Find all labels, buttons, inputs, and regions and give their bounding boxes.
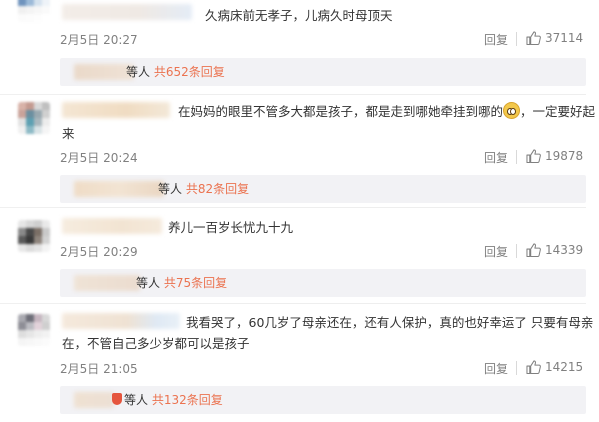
reply-users-blurred [74,392,114,408]
reply-users-blurred [74,181,164,197]
worried-face-emoji [503,102,521,119]
reply-button[interactable]: 回复 [484,360,508,377]
divider [0,94,60,95]
like-count: 19878 [545,149,584,163]
sub-replies-summary: 等人 共82条回复 [158,180,249,197]
like-count: 14215 [545,360,584,374]
reply-users-blurred [74,64,134,80]
separator [516,361,517,375]
sub-replies-prefix: 等人 [158,182,186,196]
comment-text: 在妈妈的眼里不管多大都是孩子，都是走到哪她牵挂到哪的 [178,104,504,119]
sub-replies-summary: 等人 共132条回复 [112,391,223,408]
divider [0,207,60,208]
comment-text: 养儿一百岁长忧九十九 [168,220,294,235]
reply-button[interactable]: 回复 [484,31,508,48]
username-blurred[interactable] [62,102,170,118]
like-button[interactable]: 14339 [526,243,583,257]
reply-button[interactable]: 回复 [484,149,508,166]
comment-time: 2月5日 20:24 [60,151,138,165]
sub-replies-summary: 等人 共75条回复 [136,274,227,291]
avatar[interactable] [18,220,50,252]
view-replies-link[interactable]: 共75条回复 [164,276,227,290]
username-blurred[interactable] [62,313,180,329]
divider [0,303,60,304]
divider [60,303,586,304]
sub-replies-prefix: 等人 [136,276,164,290]
separator [516,150,517,164]
view-replies-link[interactable]: 共82条回复 [186,182,249,196]
comment-text: 久病床前无孝子，儿病久时母顶天 [205,8,393,23]
separator [516,32,517,46]
comment-text-line2: 来 [62,126,75,141]
comment-time: 2月5日 20:29 [60,245,138,259]
reply-button[interactable]: 回复 [484,243,508,260]
comment-time: 2月5日 21:05 [60,362,138,376]
sub-replies-summary: 等人 共652条回复 [126,63,225,80]
separator [516,244,517,258]
comment-time: 2月5日 20:27 [60,33,138,47]
like-button[interactable]: 14215 [526,360,583,374]
vip-badge-icon [112,393,122,405]
comment-text-line1: 我看哭了，60几岁了母亲还在，还有人保护，真的也好幸运了 只要有母亲 [186,315,594,330]
divider [60,94,586,95]
comment-text-line1: 在妈妈的眼里不管多大都是孩子，都是走到哪她牵挂到哪的 ，一定要好起 [178,101,595,122]
avatar[interactable] [18,314,50,346]
avatar[interactable] [18,102,50,134]
avatar[interactable] [18,0,50,22]
comment-text-suffix: ，一定要好起 [520,104,596,119]
like-button[interactable]: 19878 [526,149,583,163]
thumbs-up-icon [526,149,541,163]
sub-replies-box[interactable]: 等人 共132条回复 [60,386,586,414]
divider [60,207,586,208]
like-count: 37114 [545,31,584,45]
like-button[interactable]: 37114 [526,31,583,45]
sub-replies-box[interactable]: 等人 共82条回复 [60,175,586,203]
sub-replies-box[interactable]: 等人 共75条回复 [60,269,586,297]
view-replies-link[interactable]: 共132条回复 [152,393,223,407]
like-count: 14339 [545,243,584,257]
sub-replies-prefix: 等人 [124,393,152,407]
username-blurred[interactable] [62,4,192,20]
thumbs-up-icon [526,243,541,257]
thumbs-up-icon [526,360,541,374]
sub-replies-box[interactable]: 等人 共652条回复 [60,58,586,86]
view-replies-link[interactable]: 共652条回复 [154,65,225,79]
reply-users-blurred [74,275,140,291]
comment-text-line2: 在，不管自己多少岁都可以是孩子 [62,336,250,351]
sub-replies-prefix: 等人 [126,65,154,79]
thumbs-up-icon [526,31,541,45]
username-blurred[interactable] [62,218,162,234]
